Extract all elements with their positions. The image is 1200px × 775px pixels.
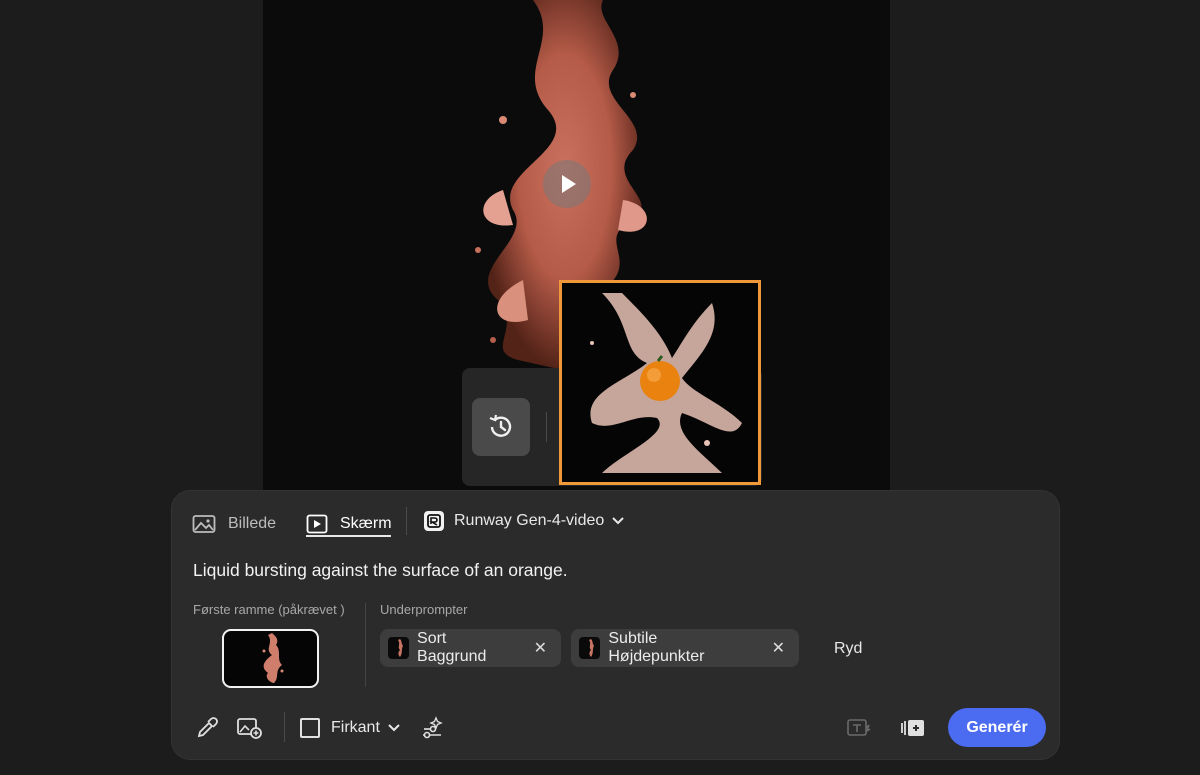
tab-image-label: Billede bbox=[228, 515, 277, 532]
chevron-down-icon bbox=[388, 724, 400, 732]
aspect-label: Firkant bbox=[331, 719, 380, 736]
play-icon bbox=[562, 175, 576, 193]
clear-button[interactable]: Ryd bbox=[834, 640, 862, 658]
tab-video-label: Skærm bbox=[340, 515, 392, 532]
subprompt-chip[interactable]: Sort Baggrund ✕ bbox=[380, 629, 561, 667]
first-frame-thumbnail[interactable] bbox=[222, 629, 319, 688]
chip-label: Sort Baggrund bbox=[417, 630, 487, 665]
toolbar-divider bbox=[284, 712, 285, 742]
add-image-button[interactable] bbox=[235, 714, 263, 742]
generate-button[interactable]: Generér bbox=[948, 708, 1046, 747]
eyedropper-button[interactable] bbox=[193, 714, 221, 742]
subprompts-label: Underprompter bbox=[380, 602, 468, 617]
orange-splash-image bbox=[590, 293, 742, 473]
selected-history-thumbnail[interactable] bbox=[559, 280, 761, 485]
chip-thumbnail bbox=[579, 637, 601, 659]
effects-button[interactable] bbox=[418, 714, 446, 742]
close-icon[interactable]: ✕ bbox=[772, 638, 785, 658]
eyedropper-icon bbox=[197, 717, 218, 738]
chip-thumbnail bbox=[388, 637, 410, 659]
subprompt-chip[interactable]: Subtile Højdepunkter ✕ bbox=[571, 629, 799, 667]
image-icon bbox=[192, 514, 216, 534]
first-frame-label: Første ramme (påkrævet ) bbox=[193, 602, 345, 617]
square-icon bbox=[300, 718, 320, 738]
frames-icon bbox=[901, 720, 924, 736]
text-to-video-icon bbox=[847, 719, 871, 736]
text-to-video-button[interactable] bbox=[845, 714, 873, 742]
chevron-down-icon bbox=[612, 517, 625, 525]
tab-divider bbox=[406, 507, 407, 535]
effects-icon bbox=[423, 716, 443, 739]
runway-logo-icon bbox=[424, 511, 444, 531]
section-divider bbox=[365, 603, 366, 687]
tab-video[interactable]: Skærm bbox=[306, 510, 392, 538]
aspect-ratio-selector[interactable]: Firkant bbox=[300, 716, 400, 740]
chip-label: Subtile Højdepunkter bbox=[608, 630, 705, 665]
video-icon bbox=[306, 514, 328, 534]
history-divider bbox=[546, 412, 547, 442]
first-frame-image bbox=[262, 633, 284, 683]
model-selector[interactable]: Runway Gen-4-video bbox=[424, 508, 625, 534]
close-icon[interactable]: ✕ bbox=[534, 638, 547, 658]
tab-image[interactable]: Billede bbox=[192, 510, 276, 538]
history-icon bbox=[489, 414, 512, 437]
active-tab-indicator bbox=[306, 535, 391, 537]
model-label: Runway Gen-4-video bbox=[454, 512, 605, 529]
prompt-input[interactable]: Liquid bursting against the surface of a… bbox=[193, 560, 568, 581]
play-button[interactable] bbox=[543, 160, 591, 208]
frames-button[interactable] bbox=[899, 714, 927, 742]
history-button[interactable] bbox=[472, 398, 530, 456]
add-image-icon bbox=[237, 718, 262, 739]
